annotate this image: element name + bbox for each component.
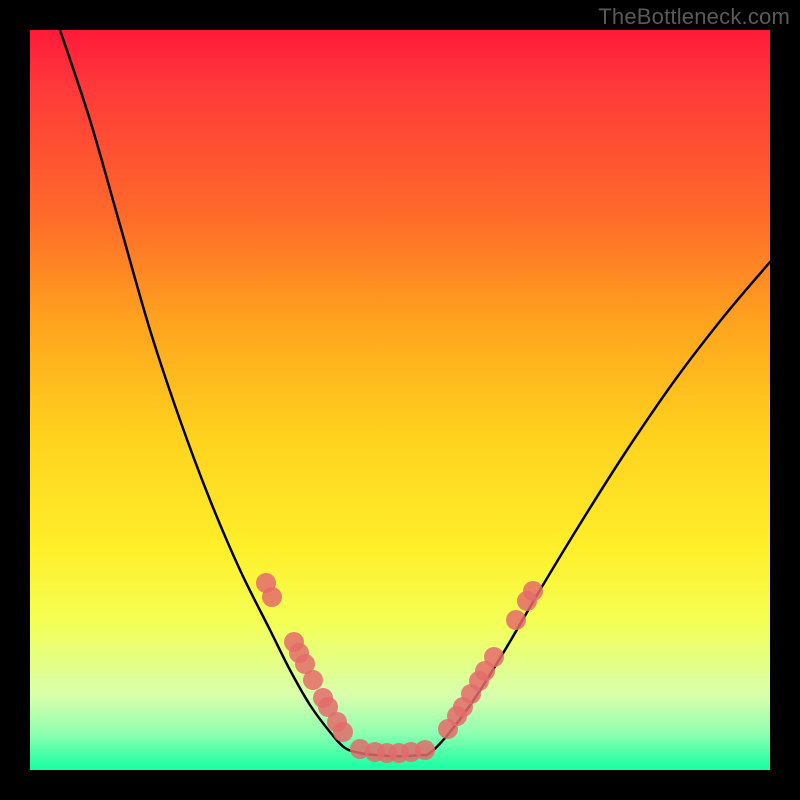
- curve-marker: [262, 587, 282, 607]
- curve-marker: [415, 740, 435, 760]
- curve-marker: [303, 670, 323, 690]
- curve-group: [60, 30, 770, 756]
- marker-group: [256, 573, 543, 763]
- curve-marker: [333, 722, 353, 742]
- chart-frame: TheBottleneck.com: [0, 0, 800, 800]
- bottleneck-curve: [60, 30, 770, 756]
- plot-area: [30, 30, 770, 770]
- watermark-text: TheBottleneck.com: [598, 4, 790, 30]
- curve-marker: [523, 581, 543, 601]
- curve-marker: [506, 610, 526, 630]
- curve-marker: [484, 647, 504, 667]
- chart-svg: [30, 30, 770, 770]
